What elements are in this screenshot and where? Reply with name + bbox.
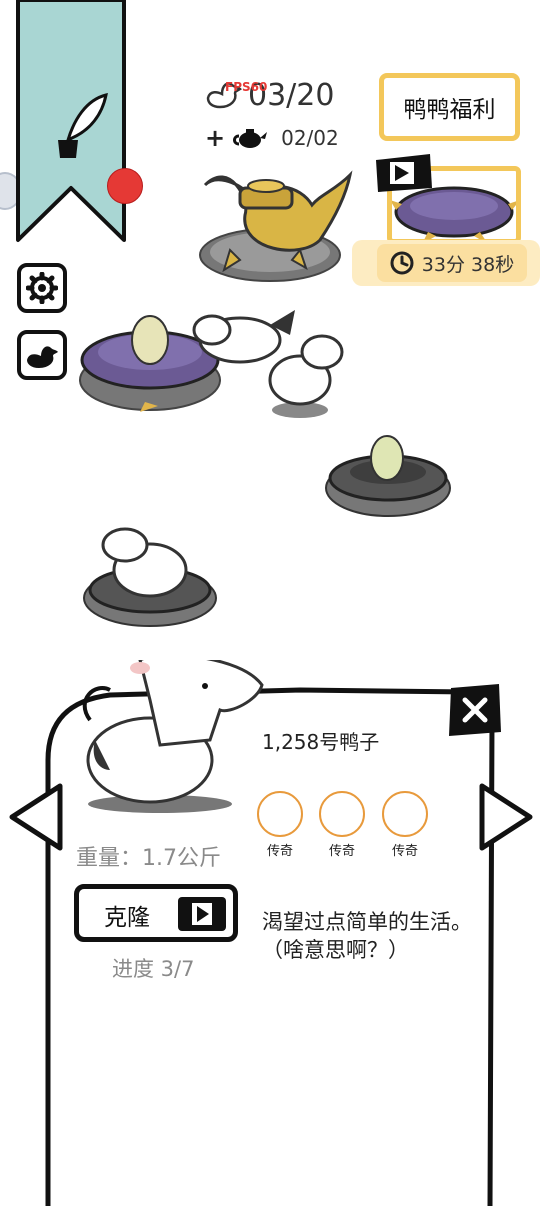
trait-label: 传奇 [328, 844, 355, 859]
left-arrow-icon [9, 783, 63, 851]
trait-slot[interactable]: 传奇 [256, 791, 304, 859]
trait-icon [319, 791, 365, 837]
trait-icon [257, 791, 303, 837]
clone-label: 克隆 [104, 905, 150, 931]
trait-icon [382, 791, 428, 837]
trait-slot[interactable]: 传奇 [318, 791, 366, 859]
next-duck-button[interactable] [478, 782, 534, 852]
teapot-count: 02/02 [281, 126, 339, 150]
close-button[interactable] [447, 682, 503, 738]
fluffy-duck[interactable] [268, 334, 344, 418]
trait-label: 传奇 [266, 844, 293, 859]
teapot-counter: + 02/02 [205, 124, 339, 152]
fps-badge: FPS60 [225, 80, 268, 94]
duck-nest[interactable] [83, 527, 217, 627]
right-arrow-icon [479, 783, 533, 851]
clone-progress: 进度 3/7 [112, 957, 195, 981]
play-icon [178, 897, 226, 931]
teapot-plus: + [205, 124, 226, 152]
duck-name: 1,258号鸭子 [262, 730, 380, 754]
previous-duck-button[interactable] [8, 782, 64, 852]
duck-weight: 重量：1.7公斤 [76, 846, 221, 871]
duck-welfare-button[interactable]: 鸭鸭福利 [379, 73, 520, 141]
golden-teapot[interactable] [199, 170, 353, 282]
trait-slot[interactable]: 传奇 [381, 791, 429, 859]
teapot-icon [233, 129, 268, 148]
duck-description: 渴望过点简单的生活。 （啥意思啊？） [262, 910, 472, 962]
egg-nest[interactable] [325, 435, 451, 517]
fluffy-duck[interactable] [192, 310, 295, 364]
trait-label: 传奇 [391, 844, 418, 859]
